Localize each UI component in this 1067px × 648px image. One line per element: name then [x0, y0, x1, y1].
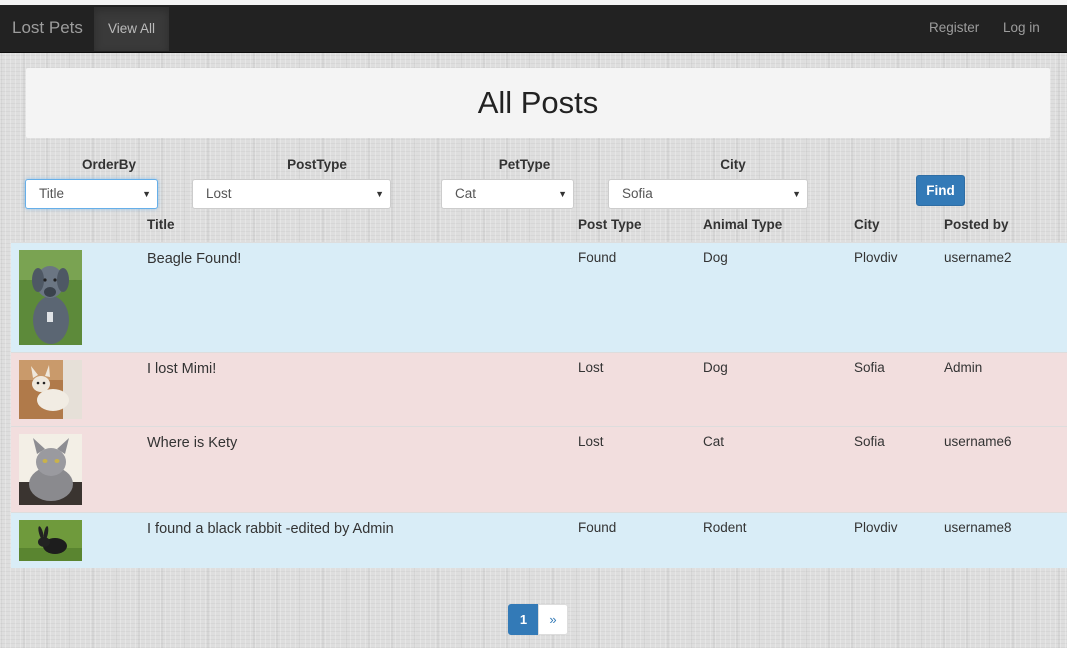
brand-link[interactable]: Lost Pets — [12, 5, 83, 52]
row-animal-type: Cat — [703, 434, 725, 449]
chihuahua-photo[interactable] — [19, 360, 82, 419]
row-title[interactable]: I found a black rabbit -edited by Admin — [147, 521, 394, 537]
row-posted-by: username2 — [944, 250, 1012, 265]
header-post-type: Post Type — [578, 217, 642, 232]
grey-cat-photo[interactable] — [19, 434, 82, 505]
pagination-next[interactable]: » — [538, 604, 568, 635]
nav-login[interactable]: Log in — [1003, 5, 1040, 52]
find-button[interactable]: Find — [916, 175, 965, 206]
pettype-label: PetType — [498, 157, 551, 172]
row-posted-by: username6 — [944, 434, 1012, 449]
city-label: City — [720, 157, 746, 172]
row-city: Plovdiv — [854, 520, 898, 535]
chevron-down-icon: ▼ — [792, 189, 801, 199]
row-title[interactable]: Beagle Found! — [147, 251, 241, 267]
chevron-down-icon: ▼ — [375, 189, 384, 199]
row-city: Sofia — [854, 360, 885, 375]
pagination-page-1[interactable]: 1 — [508, 604, 539, 635]
row-post-type: Found — [578, 250, 617, 265]
table-row[interactable]: Beagle Found! Found Dog Plovdiv username… — [11, 242, 1067, 352]
black-rabbit-photo[interactable] — [19, 520, 82, 561]
row-animal-type: Dog — [703, 360, 728, 375]
page-title: All Posts — [477, 85, 599, 120]
row-title[interactable]: Where is Kety — [147, 435, 237, 451]
header-posted-by: Posted by — [944, 217, 1009, 232]
city-select[interactable]: Sofia ▼ — [608, 179, 808, 209]
table-row[interactable]: Where is Kety Lost Cat Sofia username6 — [11, 426, 1067, 512]
row-city: Sofia — [854, 434, 885, 449]
grey-puppy-photo[interactable] — [19, 250, 82, 345]
row-posted-by: username8 — [944, 520, 1012, 535]
orderby-select[interactable]: Title ▼ — [25, 179, 158, 209]
page-header: All Posts — [26, 68, 1050, 138]
row-post-type: Lost — [578, 360, 604, 375]
city-value: Sofia — [622, 186, 653, 201]
orderby-value: Title — [39, 186, 65, 201]
nav-register[interactable]: Register — [929, 5, 979, 52]
table-row[interactable]: I found a black rabbit -edited by Admin … — [11, 512, 1067, 568]
pettype-value: Cat — [455, 186, 477, 201]
posttype-value: Lost — [206, 186, 232, 201]
pettype-select[interactable]: Cat ▼ — [441, 179, 574, 209]
chevron-down-icon: ▼ — [558, 189, 567, 199]
row-posted-by: Admin — [944, 360, 983, 375]
row-post-type: Found — [578, 520, 617, 535]
row-animal-type: Dog — [703, 250, 728, 265]
header-city: City — [854, 217, 880, 232]
header-title: Title — [147, 217, 175, 232]
row-title[interactable]: I lost Mimi! — [147, 361, 216, 377]
chevron-down-icon: ▼ — [142, 189, 151, 199]
posttype-label: PostType — [287, 157, 347, 172]
row-post-type: Lost — [578, 434, 604, 449]
posttype-select[interactable]: Lost ▼ — [192, 179, 391, 209]
row-city: Plovdiv — [854, 250, 898, 265]
navbar: Lost Pets View All Register Log in — [0, 5, 1067, 53]
row-animal-type: Rodent — [703, 520, 747, 535]
orderby-label: OrderBy — [81, 157, 137, 172]
table-row[interactable]: I lost Mimi! Lost Dog Sofia Admin — [11, 352, 1067, 426]
header-animal-type: Animal Type — [703, 217, 783, 232]
nav-view-all[interactable]: View All — [94, 7, 169, 51]
